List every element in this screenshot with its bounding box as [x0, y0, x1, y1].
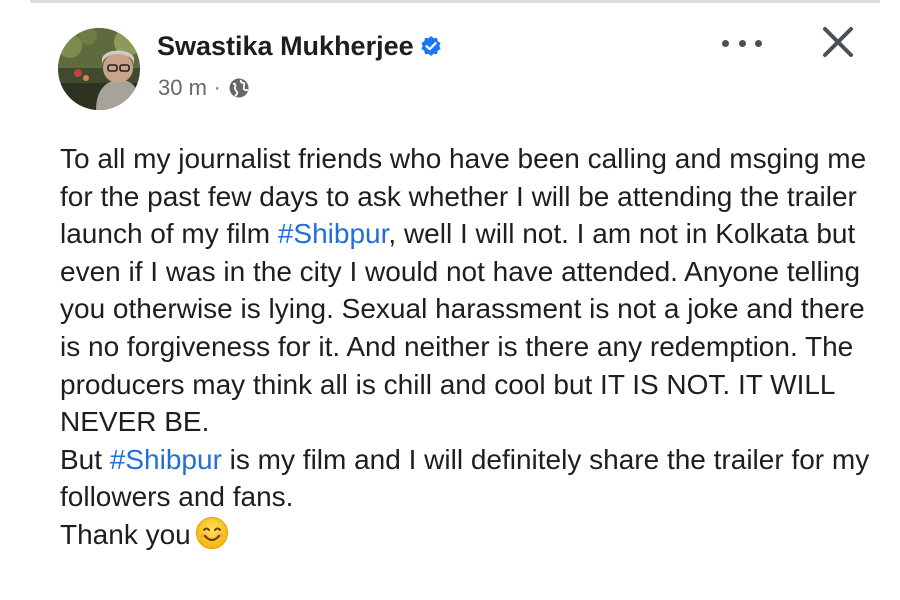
hashtag-link[interactable]: #Shibpur — [278, 218, 389, 249]
smiling-face-emoji-icon — [195, 516, 229, 550]
more-dot — [738, 39, 746, 47]
post-text-segment: But — [60, 443, 110, 475]
post-meta: 30 m · — [158, 74, 250, 102]
author-name[interactable]: Swastika Mukherjee — [157, 31, 414, 62]
author-row: Swastika Mukherjee — [157, 28, 442, 64]
post-text-segment: Thank you — [60, 518, 191, 550]
post-body: To all my journalist friends who have be… — [60, 140, 880, 554]
hashtag-link[interactable]: #Shibpur — [110, 444, 222, 475]
globe-icon — [228, 77, 250, 99]
more-options-icon[interactable] — [722, 30, 762, 56]
post-text-segment: , well I will not. I am not in Kolkata b… — [60, 218, 873, 438]
post-timestamp[interactable]: 30 m — [158, 75, 207, 101]
meta-separator: · — [213, 76, 221, 99]
more-dot — [722, 39, 729, 47]
verified-badge-icon — [420, 35, 442, 57]
more-dot — [755, 39, 762, 47]
avatar[interactable] — [58, 28, 140, 110]
close-icon[interactable] — [820, 24, 856, 60]
top-divider — [30, 0, 880, 3]
